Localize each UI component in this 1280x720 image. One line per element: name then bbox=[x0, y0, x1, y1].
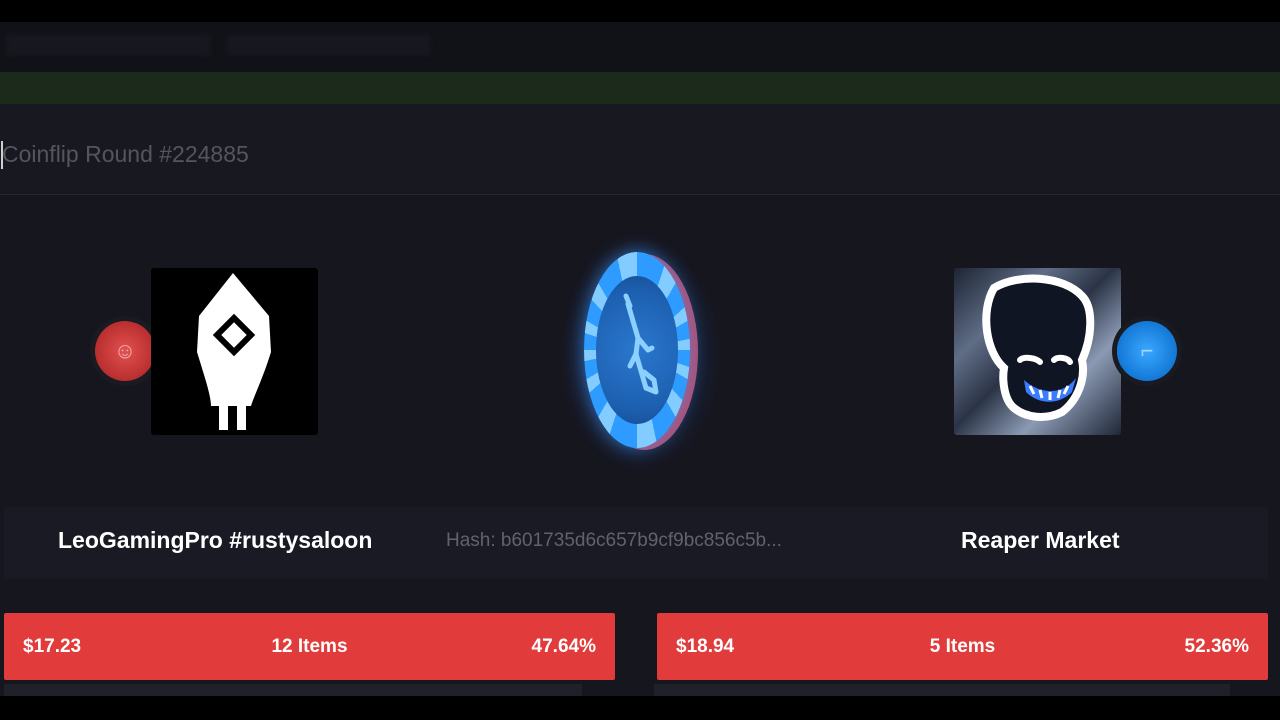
round-hash: Hash: b601735d6c657b9cf9bc856c5b... bbox=[446, 530, 782, 551]
player-left-name[interactable]: LeoGamingPro #rustysaloon bbox=[58, 527, 372, 554]
hooded-figure-icon bbox=[197, 273, 271, 430]
nav-item-blurred[interactable] bbox=[226, 34, 431, 56]
player-right-avatar[interactable] bbox=[954, 268, 1121, 435]
player-left-items: 12 Items bbox=[271, 636, 348, 657]
red-coin-side-icon: ☺ bbox=[95, 321, 155, 381]
player-left-items-strip[interactable] bbox=[4, 684, 582, 696]
player-right-stats-bar: $18.94 5 Items 52.36% bbox=[657, 613, 1268, 680]
letterbox-bottom bbox=[0, 696, 1280, 720]
letterbox-top bbox=[0, 0, 1280, 22]
coinflip-coin bbox=[560, 240, 720, 470]
player-right-items-strip[interactable] bbox=[654, 684, 1230, 696]
rifle-coin-icon bbox=[623, 293, 659, 395]
blue-coin-side-icon: ⌐ bbox=[1117, 321, 1177, 381]
player-left-percent: 47.64% bbox=[531, 636, 596, 657]
rifle-emblem-icon: ⌐ bbox=[1140, 338, 1154, 363]
round-title: Coinflip Round #224885 bbox=[2, 141, 249, 167]
player-right-name[interactable]: Reaper Market bbox=[961, 527, 1120, 554]
player-left-avatar[interactable] bbox=[151, 268, 318, 435]
player-right-percent: 52.36% bbox=[1184, 636, 1249, 657]
top-navigation bbox=[0, 22, 1280, 72]
player-right-items: 5 Items bbox=[929, 636, 996, 657]
status-bar bbox=[0, 72, 1280, 104]
face-emblem-icon: ☺ bbox=[113, 338, 137, 363]
grinning-skull-icon bbox=[982, 274, 1095, 421]
player-left-stats-bar: $17.23 12 Items 47.64% bbox=[4, 613, 615, 680]
nav-item-blurred[interactable] bbox=[6, 34, 211, 56]
